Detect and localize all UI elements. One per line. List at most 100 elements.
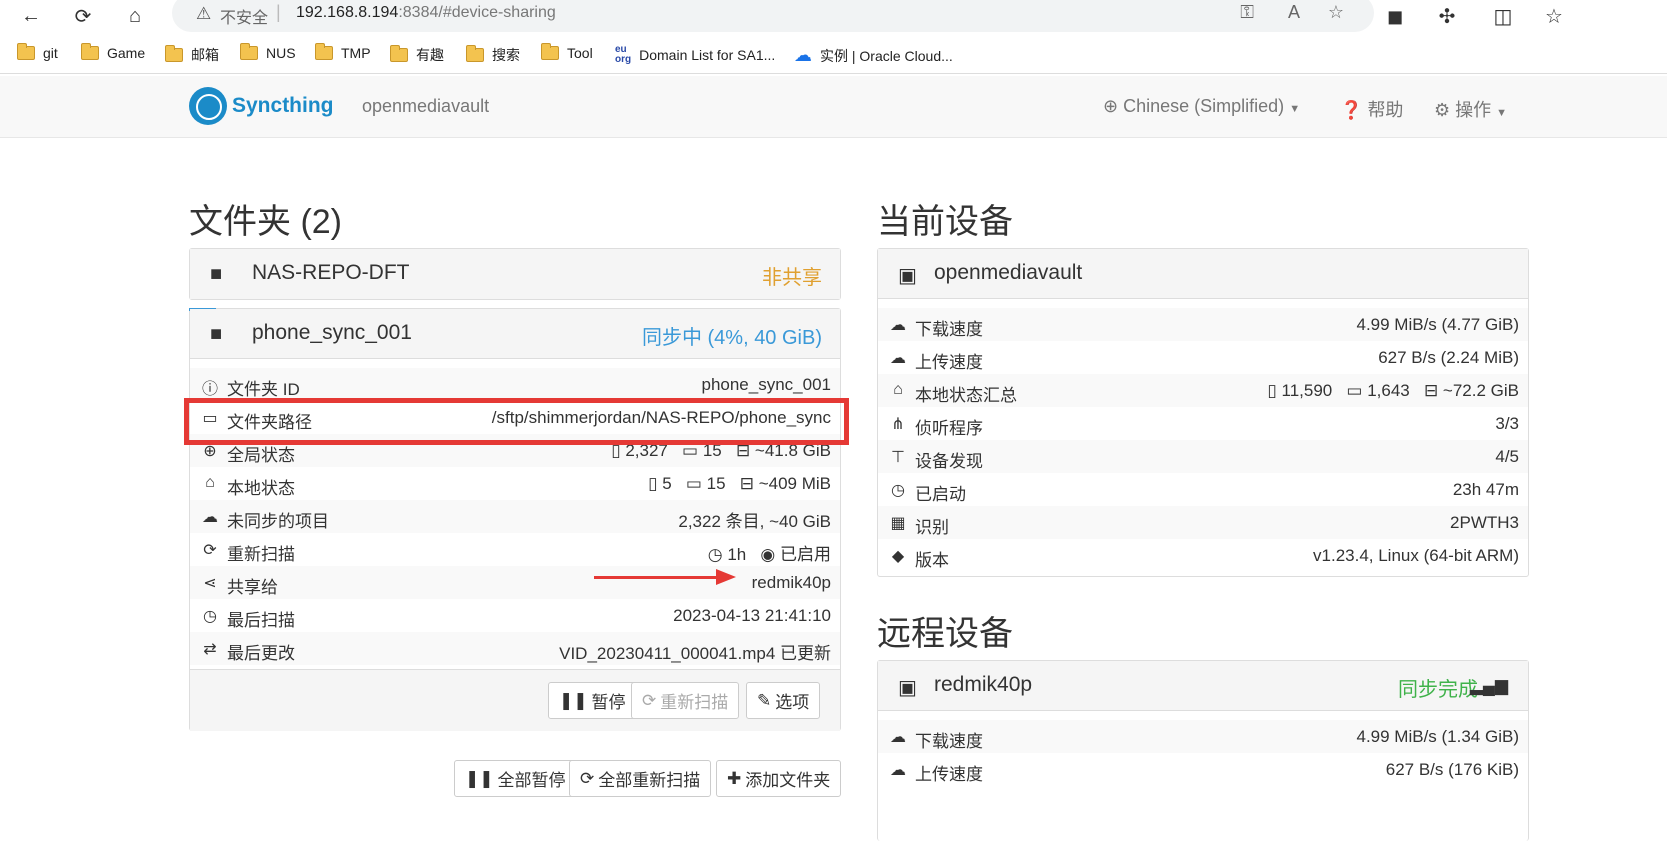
favorite-add-icon[interactable]: ☆ — [1328, 2, 1344, 23]
this-device-heading: 当前设备 — [877, 203, 1013, 241]
question-icon: ❓ — [1340, 100, 1363, 120]
row-download: ☁ 下载速度 4.99 MiB/s (4.77 GiB) — [878, 308, 1528, 341]
bookmark-git[interactable]: git — [17, 43, 58, 61]
folder-footer: ❚❚ 暂停 ⟳ 重新扫描 ✎ 选项 — [190, 669, 840, 731]
pause-all-button[interactable]: ❚❚ 全部暂停 — [454, 760, 577, 797]
discovery-link[interactable]: 4/5 — [1495, 447, 1519, 467]
rescan-all-button[interactable]: ⟳ 全部重新扫描 — [569, 760, 712, 797]
bookmark-mail[interactable]: 邮箱 — [165, 45, 219, 65]
device-header[interactable]: ▣ openmediavault — [878, 249, 1528, 299]
folders-heading: 文件夹 (2) — [189, 203, 342, 241]
row-value: 627 B/s (176 KiB) — [1385, 760, 1519, 779]
folder-icon — [315, 43, 333, 60]
bookmark-tool[interactable]: Tool — [541, 43, 593, 61]
row-last-change: ⇄ 最后更改 VID_20230411_000041.mp4 已更新 — [190, 632, 840, 665]
folder-header[interactable]: ■ phone_sync_001 同步中 (4%, 40 GiB) — [190, 309, 840, 359]
row-label: 侦听程序 — [915, 419, 983, 438]
row-label: 最后扫描 — [227, 611, 295, 630]
extension-icon[interactable]: ◼ — [1382, 3, 1408, 29]
sitemap-icon: ⋔ — [891, 416, 905, 433]
bookmark-game[interactable]: Game — [81, 43, 145, 61]
listeners-link[interactable]: 3/3 — [1495, 414, 1519, 434]
bookmark-domain-list[interactable]: eu org Domain List for SA1... — [615, 45, 775, 65]
read-aloud-icon[interactable]: A — [1288, 2, 1300, 23]
options-button[interactable]: ✎ 选项 — [746, 682, 821, 719]
bookmark-search[interactable]: 搜索 — [466, 45, 520, 65]
row-value: 4.99 MiB/s (1.34 GiB) — [1356, 727, 1519, 746]
insecure-label[interactable]: 不安全 — [220, 4, 268, 28]
row-identity: ▦ 识别 2PWTH3 — [878, 506, 1528, 539]
caret-down-icon: ▼ — [1496, 107, 1508, 119]
out-of-sync-link[interactable]: 2,322 条目, ~40 GiB — [678, 507, 831, 532]
row-label: 文件夹 ID — [227, 380, 300, 399]
url-text[interactable]: 192.168.8.194:8384/#device-sharing — [296, 4, 556, 22]
row-last-scan: ◷ 最后扫描 2023-04-13 21:41:10 — [190, 599, 840, 632]
folder-status: 同步中 (4%, 40 GiB) — [641, 327, 822, 349]
folder-icon: ▭ — [685, 474, 702, 493]
rescan-button[interactable]: ⟳ 重新扫描 — [631, 682, 740, 719]
pencil-icon: ✎ — [757, 690, 772, 710]
pause-button[interactable]: ❚❚ 暂停 — [548, 682, 637, 719]
device-status: 同步完成 — [1398, 679, 1478, 701]
row-version: ◆ 版本 v1.23.4, Linux (64-bit ARM) — [878, 539, 1528, 572]
row-label: 重新扫描 — [227, 545, 295, 564]
row-rescan: ⟳ 重新扫描 ◷ 1h ◉ 已启用 — [190, 533, 840, 566]
clock-icon: ◷ — [203, 608, 217, 625]
bookmarks-bar: git Game 邮箱 NUS TMP 有趣 搜索 Tool eu org Doma… — [0, 38, 1667, 74]
bookmark-tmp[interactable]: TMP — [315, 43, 371, 61]
remote-device-panel: ▣ redmik40p 同步完成 ▂▄▆ ☁ 下载速度 4.99 MiB/s (… — [877, 660, 1529, 841]
annotation-arrow — [594, 576, 720, 579]
file-icon: ▯ — [648, 474, 658, 493]
url-separator: | — [276, 2, 281, 22]
identity-link[interactable]: 2PWTH3 — [1450, 513, 1519, 533]
folder-header[interactable]: ■ NAS-REPO-DFT 非共享 — [190, 249, 840, 299]
signal-icon: ▂▄▆ — [1469, 676, 1508, 695]
exchange-icon: ⇄ — [203, 641, 217, 658]
brand-name[interactable]: Syncthing — [232, 94, 334, 118]
bookmark-oracle-cloud[interactable]: ☁ 实例 | Oracle Cloud... — [794, 45, 953, 66]
row-value: 4.99 MiB/s (4.77 GiB) — [1356, 315, 1519, 334]
qrcode-icon: ▣ — [898, 265, 917, 287]
pause-icon: ❚❚ — [559, 690, 588, 710]
file-icon: ▯ — [1267, 381, 1277, 400]
clock-icon: ◷ — [707, 545, 723, 564]
reload-icon[interactable]: ⟳ — [70, 3, 96, 29]
plus-icon: ✚ — [727, 768, 742, 788]
home-icon[interactable]: ⌂ — [122, 3, 148, 29]
row-label: 本地状态 — [227, 479, 295, 498]
language-menu[interactable]: ⊕ Chinese (Simplified) ▼ — [1103, 96, 1300, 117]
row-label: 设备发现 — [915, 452, 983, 471]
add-folder-button[interactable]: ✚ 添加文件夹 — [716, 760, 842, 797]
row-value: phone_sync_001 — [701, 375, 831, 394]
pause-icon: ❚❚ — [465, 768, 494, 788]
bookmark-fun[interactable]: 有趣 — [390, 45, 444, 65]
row-value: redmik40p — [751, 573, 831, 592]
refresh-icon: ⟳ — [203, 542, 217, 559]
key-icon[interactable]: ⚿ — [1240, 2, 1254, 23]
help-menu[interactable]: ❓ 帮助 — [1340, 96, 1403, 122]
folder-panel-nas-repo-dft[interactable]: ■ NAS-REPO-DFT 非共享 — [189, 248, 841, 300]
puzzle-icon[interactable]: ✣ — [1434, 3, 1460, 29]
gear-icon: ⚙ — [1434, 100, 1451, 120]
share-icon: ⋖ — [203, 575, 217, 592]
row-label: 下载速度 — [915, 732, 983, 751]
row-value: ◷ 1h ◉ 已启用 — [707, 545, 831, 564]
row-value: ▯ 11,590 ▭ 1,643 ⊟ ~72.2 GiB — [1267, 381, 1519, 400]
hdd-icon: ⊟ — [1423, 381, 1439, 400]
navbar-hostname: openmediavault — [362, 96, 490, 116]
bookmark-nus[interactable]: NUS — [240, 43, 296, 61]
row-label: 已启动 — [915, 485, 966, 504]
cloud-upload-icon: ☁ — [890, 762, 906, 779]
row-value: ▯ 5 ▭ 15 ⊟ ~409 MiB — [648, 474, 831, 493]
device-header[interactable]: ▣ redmik40p 同步完成 ▂▄▆ — [878, 661, 1528, 711]
row-folder-id: ⓘ 文件夹 ID phone_sync_001 — [190, 368, 840, 401]
back-icon[interactable]: ← — [18, 3, 44, 29]
address-bar[interactable]: ⚠ 不安全 | 192.168.8.194:8384/#device-shari… — [172, 0, 1374, 32]
warning-icon: ⚠ — [196, 4, 212, 23]
syncthing-logo-icon[interactable] — [189, 87, 227, 125]
split-screen-icon[interactable]: ◫ — [1490, 3, 1516, 29]
actions-menu[interactable]: ⚙ 操作 ▼ — [1434, 96, 1507, 122]
row-value: v1.23.4, Linux (64-bit ARM) — [1313, 546, 1519, 565]
favorites-icon[interactable]: ☆ — [1541, 3, 1567, 29]
row-out-of-sync: ☁ 未同步的项目 2,322 条目, ~40 GiB — [190, 500, 840, 533]
